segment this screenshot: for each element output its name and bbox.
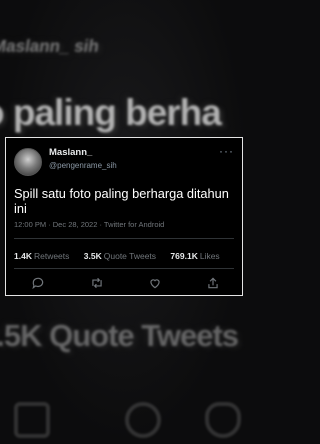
retweet-icon[interactable] <box>90 276 104 290</box>
share-icon[interactable] <box>206 276 220 290</box>
display-name[interactable]: Maslann_ <box>49 147 92 158</box>
more-icon[interactable]: ··· <box>219 144 234 158</box>
tweet-actions <box>6 274 242 294</box>
reply-icon[interactable] <box>31 276 45 290</box>
tweet-stats: 1.4K Retweets 3.5K Quote Tweets 769.1K Like… <box>14 251 232 261</box>
background-reply-icon <box>14 402 50 438</box>
background-share-icon <box>205 402 241 438</box>
avatar[interactable] <box>14 148 42 176</box>
quote-tweets-stat[interactable]: 3.5K Quote Tweets <box>84 251 156 261</box>
like-icon[interactable] <box>148 276 162 290</box>
divider <box>14 238 234 239</box>
likes-stat[interactable]: 769.1K Likes <box>170 251 219 261</box>
retweets-stat[interactable]: 1.4K Retweets <box>14 251 69 261</box>
user-handle[interactable]: @pengenrame_sih <box>49 161 117 170</box>
background-title-text: o paling berha <box>0 92 222 133</box>
background-username-text: Maslann_ sih <box>0 37 101 56</box>
tweet-text: Spill satu foto paling berharga ditahun … <box>14 186 229 216</box>
divider <box>14 268 234 269</box>
background-like-icon <box>125 402 161 438</box>
background-quote-text: 3.5K Quote Tweets <box>0 318 239 353</box>
tweet-card[interactable]: Maslann_ @pengenrame_sih ··· Spill satu … <box>5 137 243 296</box>
tweet-meta: 12:00 PM · Dec 28, 2022 · Twitter for An… <box>14 220 165 229</box>
